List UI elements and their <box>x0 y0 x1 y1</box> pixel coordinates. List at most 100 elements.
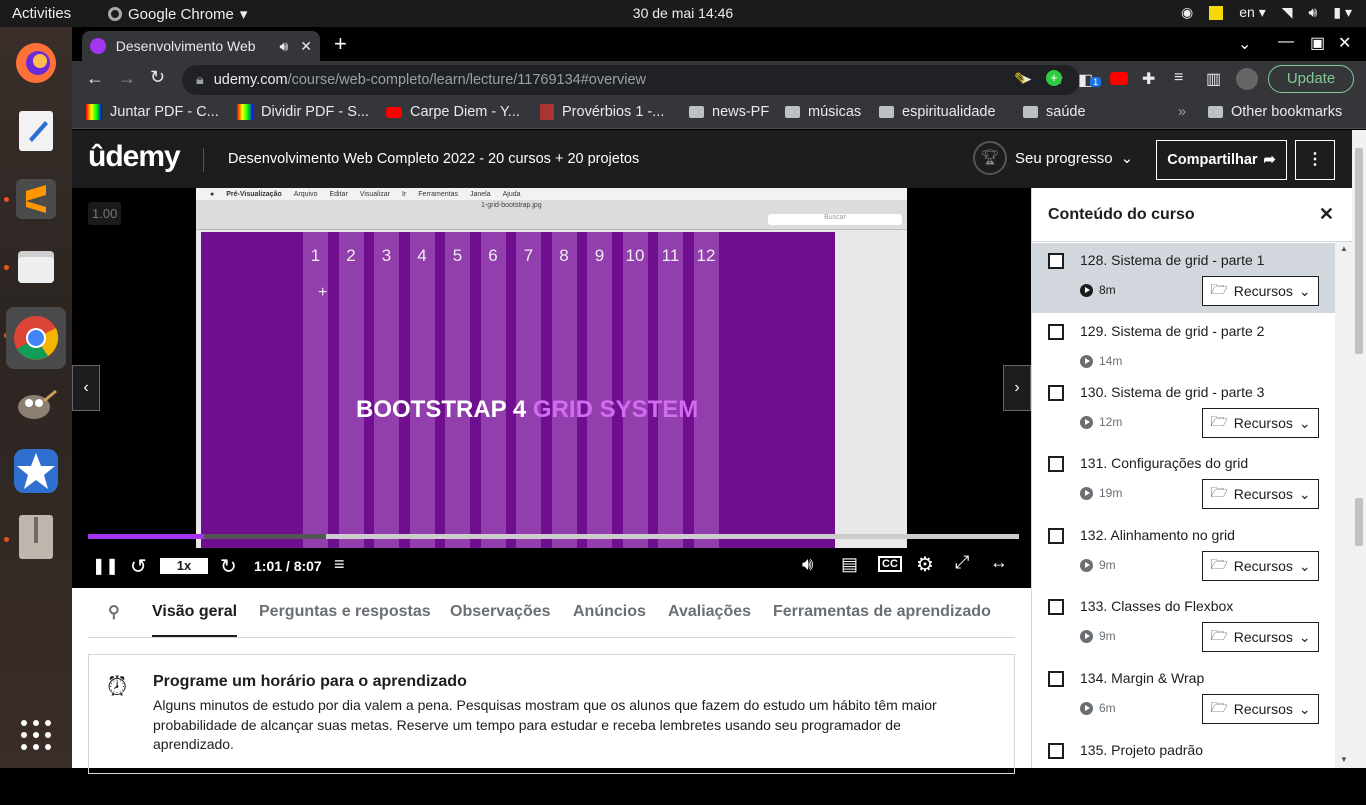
tab-announcements[interactable]: Anúncios <box>573 603 646 621</box>
lecture-checkbox[interactable] <box>1048 324 1064 340</box>
search-icon[interactable]: ⚲ <box>108 602 120 622</box>
show-applications-icon[interactable] <box>12 711 60 759</box>
system-tray[interactable]: ◉ en ▾ ◥ 🔊︎ ▮ ▾ <box>1181 4 1352 21</box>
lecture-checkbox[interactable] <box>1048 456 1064 472</box>
resources-dropdown[interactable]: 🗁︎ Recursos ⌄ <box>1202 479 1319 509</box>
page-scrollbar[interactable] <box>1352 130 1366 768</box>
bookmark-proverbios[interactable]: Provérbios 1 -... <box>540 104 664 120</box>
forward-icon[interactable]: → <box>118 68 136 89</box>
minimize-icon[interactable]: — <box>1278 33 1294 51</box>
network-status-icon[interactable]: ◉ <box>1181 4 1193 21</box>
progress-button[interactable]: 🏆︎ Seu progresso ⌄ <box>973 141 1133 175</box>
new-tab-icon[interactable]: + <box>334 31 347 57</box>
extension-pen-icon[interactable]: ✎ <box>1014 69 1027 89</box>
lecture-item[interactable]: 133. Classes do Flexbox 9m 🗁︎ Recursos ⌄ <box>1032 589 1335 661</box>
tab-notes[interactable]: Observações <box>450 603 551 621</box>
page-scroll-thumb[interactable] <box>1355 148 1363 354</box>
tab-search-icon[interactable]: ⌄ <box>1238 34 1251 54</box>
bookmark-juntar-pdf[interactable]: Juntar PDF - C... <box>86 104 219 120</box>
lecture-item[interactable]: 134. Margin & Wrap 6m 🗁︎ Recursos ⌄ <box>1032 661 1335 733</box>
tab-close-icon[interactable]: ✕ <box>300 38 312 55</box>
progress-track[interactable] <box>88 534 1019 539</box>
resources-dropdown[interactable]: 🗁︎ Recursos ⌄ <box>1202 276 1319 306</box>
profile-avatar[interactable] <box>1236 68 1258 90</box>
course-title[interactable]: Desenvolvimento Web Completo 2022 - 20 c… <box>228 151 639 167</box>
bookmark-folder-espiritualidade[interactable]: espiritualidade <box>879 104 996 120</box>
forward-5s-icon[interactable]: ↻ <box>220 554 237 579</box>
extension-tab-icon[interactable]: ◧1 <box>1078 70 1102 90</box>
wifi-icon[interactable]: ◥ <box>1282 4 1293 21</box>
extension-plus-icon[interactable]: + <box>1046 70 1062 86</box>
app-store-icon[interactable] <box>12 447 60 495</box>
audio-playing-icon[interactable]: 🔊︎ <box>279 38 288 55</box>
bookmark-folder-saude[interactable]: saúde <box>1023 104 1086 120</box>
udemy-logo[interactable]: ûdemy <box>88 140 181 174</box>
lecture-checkbox[interactable] <box>1048 671 1064 687</box>
media-controls-icon[interactable]: ≡ <box>1174 69 1183 87</box>
tab-overview[interactable]: Visão geral <box>152 603 238 637</box>
lecture-item[interactable]: 131. Configurações do grid 19m 🗁︎ Recursos ⌄ <box>1032 446 1335 518</box>
more-options-button[interactable]: ⋮ <box>1295 140 1335 180</box>
tab-reviews[interactable]: Avaliações <box>668 603 751 621</box>
language-indicator[interactable]: en ▾ <box>1239 4 1266 21</box>
scroll-up-icon[interactable]: ▲ <box>1340 244 1348 253</box>
reload-icon[interactable]: ↻ <box>150 67 165 88</box>
battery-icon[interactable]: ▮ ▾ <box>1333 4 1352 21</box>
maximize-icon[interactable]: ▣ <box>1310 33 1325 53</box>
close-sidebar-icon[interactable]: ✕ <box>1319 204 1334 225</box>
extensions-puzzle-icon[interactable]: ✚ <box>1142 69 1155 89</box>
bookmark-folder-musicas[interactable]: músicas <box>785 104 861 120</box>
text-editor-icon[interactable] <box>12 107 60 155</box>
add-note-icon[interactable]: ≡ <box>334 554 345 575</box>
chrome-icon[interactable] <box>6 307 66 369</box>
files-icon[interactable] <box>12 243 60 291</box>
archive-manager-icon[interactable] <box>12 513 60 561</box>
next-lecture-button[interactable]: › <box>1003 365 1031 411</box>
previous-lecture-button[interactable]: ‹ <box>72 365 100 411</box>
notes-icon[interactable] <box>1209 5 1224 20</box>
lecture-item[interactable]: 132. Alinhamento no grid 9m 🗁︎ Recursos ⌄ <box>1032 518 1335 590</box>
browser-tab[interactable]: Desenvolvimento Web 🔊︎ ✕ <box>82 31 320 61</box>
youtube-extension-icon[interactable] <box>1110 72 1128 85</box>
address-bar[interactable]: 🔒︎ udemy.com/course/web-completo/learn/l… <box>182 65 1080 95</box>
firefox-icon[interactable] <box>12 39 60 87</box>
other-bookmarks[interactable]: Other bookmarks <box>1208 104 1342 120</box>
volume-icon[interactable]: 🔊︎ <box>802 554 813 575</box>
gimp-icon[interactable] <box>12 379 60 427</box>
lecture-item[interactable]: 128. Sistema de grid - parte 1 8m 🗁︎ Recurs… <box>1032 243 1335 313</box>
tab-questions[interactable]: Perguntas e respostas <box>259 603 431 621</box>
lecture-item[interactable]: 135. Projeto padrão <box>1032 733 1335 805</box>
lecture-item[interactable]: 130. Sistema de grid - parte 3 12m 🗁︎ Recur… <box>1032 375 1335 447</box>
volume-icon[interactable]: 🔊︎ <box>1309 4 1318 21</box>
update-button[interactable]: Update <box>1268 65 1354 93</box>
bookmark-carpe-diem[interactable]: Carpe Diem - Y... <box>386 104 520 120</box>
share-button[interactable]: Compartilhar ➦ <box>1156 140 1287 180</box>
scroll-down-icon[interactable]: ▼ <box>1340 755 1348 764</box>
back-icon[interactable]: ← <box>86 68 104 89</box>
clock[interactable]: 30 de mai 14:46 <box>0 5 1366 21</box>
resources-dropdown[interactable]: 🗁︎ Recursos ⌄ <box>1202 408 1319 438</box>
transcript-icon[interactable]: ▤ <box>841 554 858 575</box>
resources-dropdown[interactable]: 🗁︎ Recursos ⌄ <box>1202 551 1319 581</box>
resources-dropdown[interactable]: 🗁︎ Recursos ⌄ <box>1202 694 1319 724</box>
lecture-checkbox[interactable] <box>1048 528 1064 544</box>
window-close-icon[interactable]: ✕ <box>1338 33 1351 53</box>
lecture-checkbox[interactable] <box>1048 385 1064 401</box>
fullscreen-icon[interactable]: ⤢ <box>955 552 969 573</box>
settings-gear-icon[interactable]: ⚙ <box>916 552 934 577</box>
pause-icon[interactable]: ❚❚ <box>92 556 119 576</box>
lecture-checkbox[interactable] <box>1048 253 1064 269</box>
sidebar-scroll-thumb[interactable] <box>1355 498 1363 546</box>
rewind-5s-icon[interactable]: ↺ <box>130 554 147 579</box>
side-panel-icon[interactable]: ▥ <box>1206 69 1221 89</box>
more-bookmarks-icon[interactable]: » <box>1178 104 1186 120</box>
captions-icon[interactable]: CC <box>878 556 902 572</box>
sublime-text-icon[interactable] <box>12 175 60 223</box>
tab-learning-tools[interactable]: Ferramentas de aprendizado <box>773 603 991 621</box>
expand-width-icon[interactable]: ↔ <box>990 552 1008 573</box>
lecture-checkbox[interactable] <box>1048 743 1064 759</box>
bookmark-dividir-pdf[interactable]: Dividir PDF - S... <box>237 104 369 120</box>
sidebar-scrollbar[interactable]: ▲ ▼ <box>1335 242 1352 768</box>
playback-speed-button[interactable]: 1x <box>160 558 208 574</box>
lecture-checkbox[interactable] <box>1048 599 1064 615</box>
